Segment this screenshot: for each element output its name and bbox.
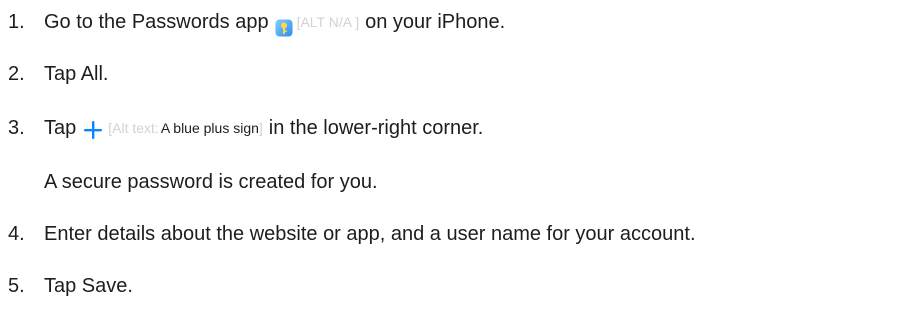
step-text: Tap Save.: [44, 275, 133, 297]
step-3-note: A secure password is created for you.: [0, 164, 378, 200]
step-4: 4. Enter details about the website or ap…: [0, 216, 696, 252]
step-text: Tap: [44, 117, 77, 139]
step-text: Enter details about the website or app, …: [44, 223, 696, 245]
step-1: 1. Go to the Passwords app [ALT N/A ] on…: [0, 4, 505, 40]
alt-text-prefix: [Alt text:: [108, 120, 159, 136]
step-text: on your iPhone.: [365, 11, 506, 33]
passwords-app-icon: [275, 13, 293, 37]
note-text: A secure password is created for you.: [44, 171, 378, 193]
step-text: Tap All.: [44, 63, 109, 85]
step-2: 2. Tap All.: [0, 56, 108, 92]
step-text: in the lower-right corner.: [268, 117, 484, 139]
step-number: 3.: [8, 117, 25, 139]
alt-text-placeholder: [ALT N/A ]: [296, 14, 360, 30]
instruction-steps: 1. Go to the Passwords app [ALT N/A ] on…: [0, 0, 900, 316]
step-text: Go to the Passwords app: [44, 11, 269, 33]
step-number: 4.: [8, 223, 25, 245]
step-number: 2.: [8, 63, 25, 85]
blue-plus-icon: [82, 117, 104, 139]
step-5: 5. Tap Save.: [0, 268, 133, 304]
step-number: 5.: [8, 275, 25, 297]
step-3: 3. Tap [Alt text: A blue plus sign ] in …: [0, 110, 483, 146]
alt-text-close: ]: [258, 120, 263, 136]
step-number: 1.: [8, 11, 25, 33]
alt-text-description: A blue plus sign: [160, 120, 259, 136]
